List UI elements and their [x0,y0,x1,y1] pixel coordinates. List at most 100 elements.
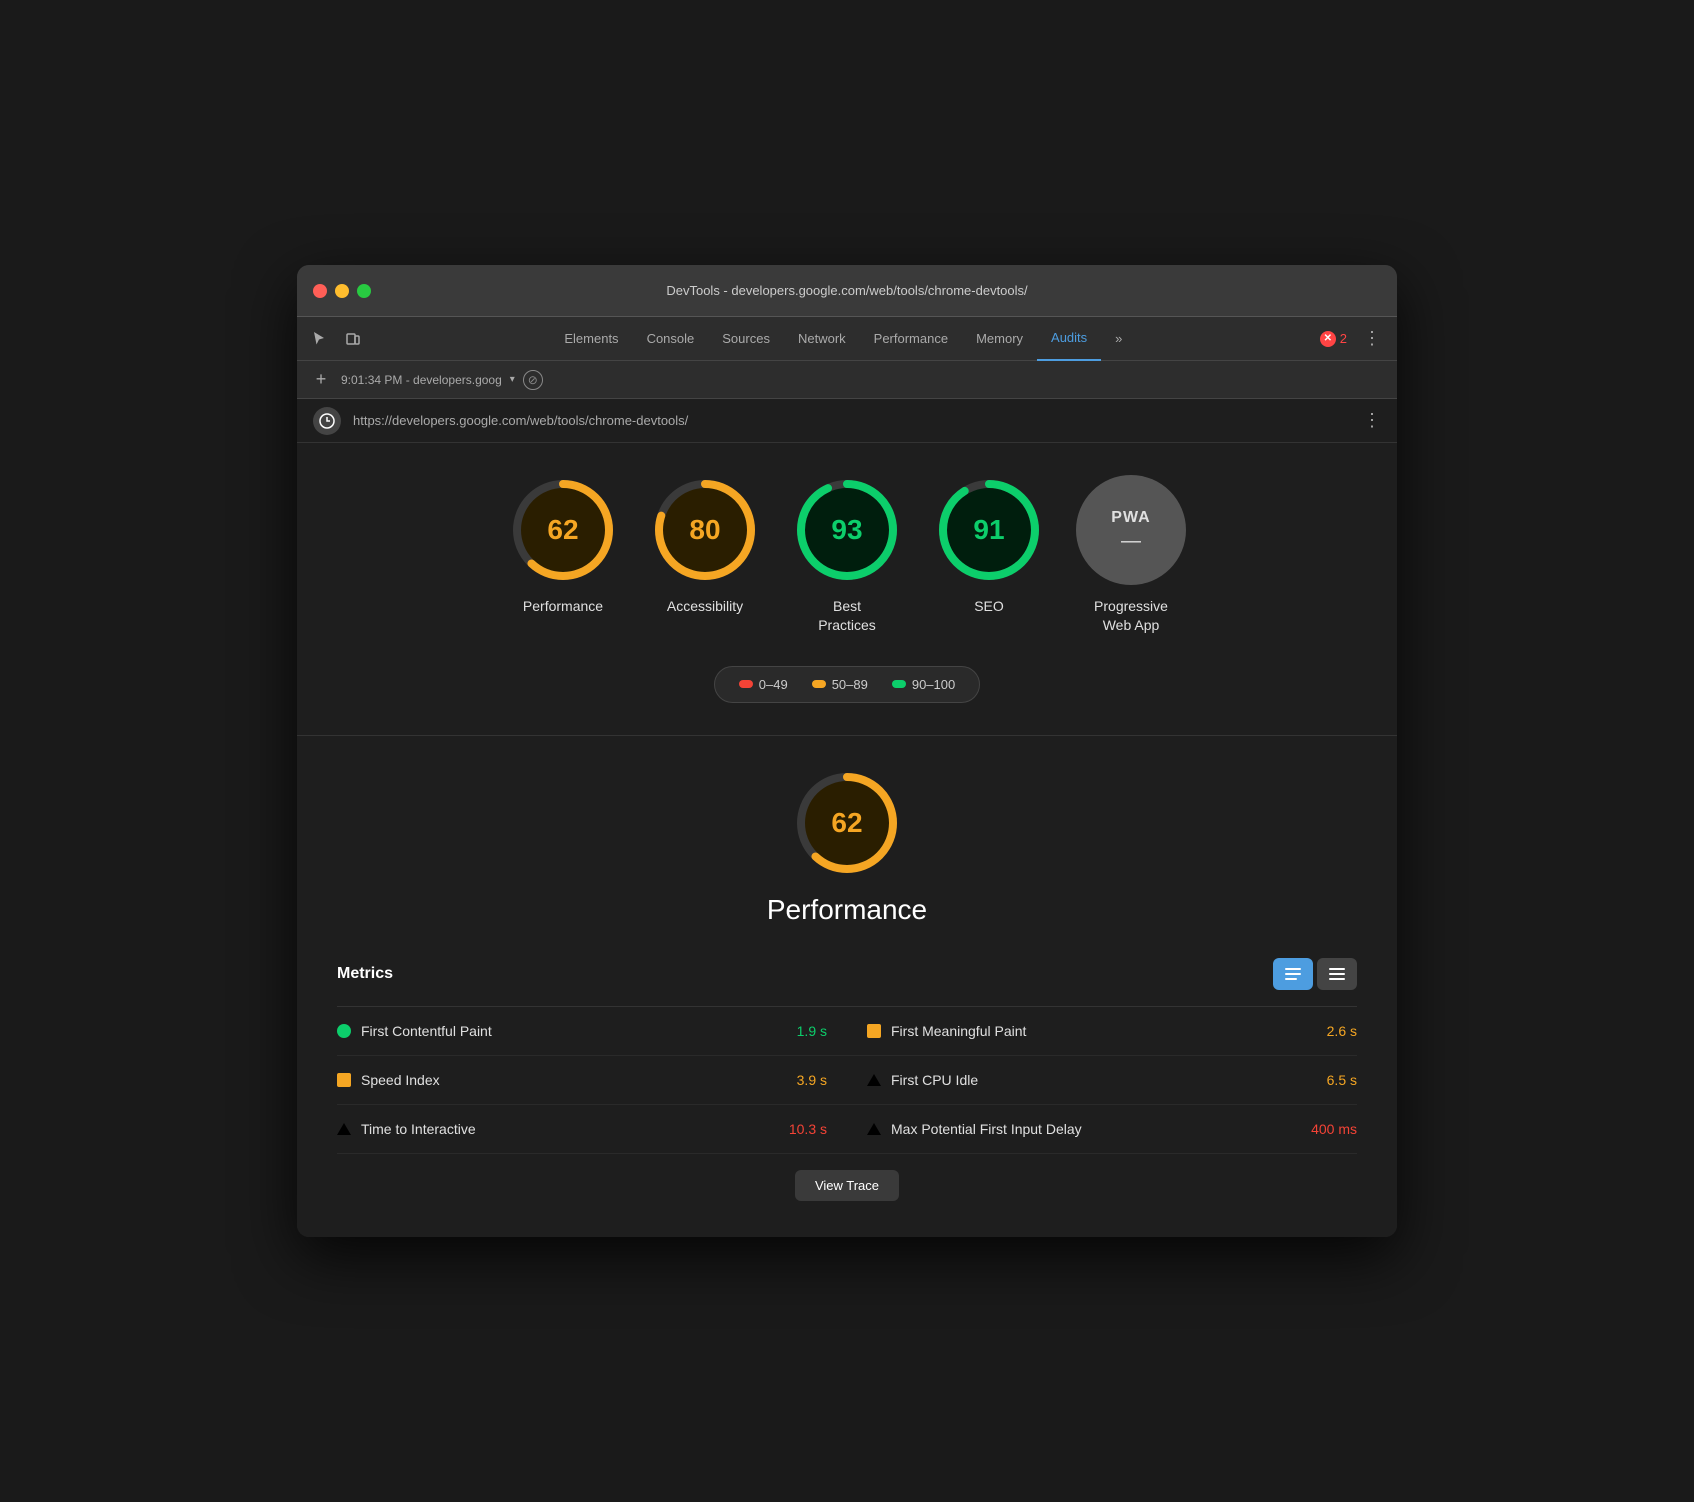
browser-window: DevTools - developers.google.com/web/too… [297,265,1397,1236]
legend: 0–49 50–89 90–100 [337,666,1357,703]
legend-red: 0–49 [739,677,788,692]
red-dot [739,680,753,688]
more-options-button[interactable]: ⋮ [1355,324,1389,353]
metrics-title: Metrics [337,965,393,983]
seo-circle: 91 [934,475,1044,585]
bottom-hint: View Trace [337,1154,1357,1205]
error-badge[interactable]: ✕ 2 [1320,331,1347,347]
si-indicator [337,1073,351,1087]
tti-indicator [337,1123,351,1135]
perf-large-circle: 62 [792,768,902,878]
metric-fcp: First Contentful Paint 1.9 s [337,1023,827,1039]
mpfid-value: 400 ms [1311,1121,1357,1137]
pwa-circle: PWA — [1076,475,1186,585]
page-url: https://developers.google.com/web/tools/… [353,413,688,428]
cursor-icon[interactable] [305,325,333,353]
tab-more[interactable]: » [1101,317,1136,361]
score-performance[interactable]: 62 Performance [508,475,618,615]
title-bar: DevTools - developers.google.com/web/too… [297,265,1397,317]
view-trace-button[interactable]: View Trace [795,1170,899,1201]
fcp-indicator [337,1024,351,1038]
main-content: 62 Performance 80 Accessibility [297,443,1397,1236]
metric-tti: Time to Interactive 10.3 s [337,1121,827,1137]
pwa-label: ProgressiveWeb App [1094,597,1168,633]
fci-indicator [867,1074,881,1086]
close-button[interactable] [313,284,327,298]
score-accessibility[interactable]: 80 Accessibility [650,475,760,615]
orange-dot [812,680,826,688]
accessibility-circle: 80 [650,475,760,585]
tab-elements[interactable]: Elements [550,317,632,361]
legend-orange: 50–89 [812,677,868,692]
list-view-button[interactable] [1317,958,1357,990]
accessibility-score: 80 [689,514,720,546]
score-pwa[interactable]: PWA — ProgressiveWeb App [1076,475,1186,633]
fcp-name: First Contentful Paint [361,1023,787,1039]
lighthouse-icon [313,407,341,435]
metrics-header: Metrics [337,958,1357,990]
mpfid-name: Max Potential First Input Delay [891,1121,1301,1137]
fmp-name: First Meaningful Paint [891,1023,1317,1039]
mpfid-indicator [867,1123,881,1135]
seo-label: SEO [974,597,1004,615]
pwa-dash: — [1121,531,1141,551]
tab-performance[interactable]: Performance [860,317,962,361]
tab-network[interactable]: Network [784,317,860,361]
maximize-button[interactable] [357,284,371,298]
legend-green: 90–100 [892,677,955,692]
score-best-practices[interactable]: 93 BestPractices [792,475,902,633]
tab-sources[interactable]: Sources [708,317,784,361]
metric-fci: First CPU Idle 6.5 s [827,1072,1357,1088]
pwa-text: PWA [1111,509,1150,527]
si-name: Speed Index [361,1072,787,1088]
performance-section-title: Performance [767,894,927,926]
minimize-button[interactable] [335,284,349,298]
fci-value: 6.5 s [1327,1072,1357,1088]
tab-audits[interactable]: Audits [1037,317,1101,361]
error-icon: ✕ [1320,331,1336,347]
content-url-bar: https://developers.google.com/web/tools/… [297,399,1397,443]
address-bar: + 9:01:34 PM - developers.goog ▾ ⊘ [297,361,1397,399]
perf-score-center: 62 Performance [337,768,1357,926]
performance-section: 62 Performance Metrics [337,736,1357,1205]
seo-score: 91 [973,514,1004,546]
perf-large-score: 62 [831,807,862,839]
fmp-indicator [867,1024,881,1038]
tti-name: Time to Interactive [361,1121,779,1137]
traffic-lights [313,284,371,298]
metric-row-3: Time to Interactive 10.3 s Max Potential… [337,1105,1357,1154]
legend-inner: 0–49 50–89 90–100 [714,666,980,703]
performance-score: 62 [547,514,578,546]
best-practices-label: BestPractices [818,597,876,633]
si-value: 3.9 s [797,1072,827,1088]
device-icon[interactable] [339,325,367,353]
tti-value: 10.3 s [789,1121,827,1137]
green-dot [892,680,906,688]
scores-row: 62 Performance 80 Accessibility [337,475,1357,633]
tab-console[interactable]: Console [633,317,709,361]
url-more-button[interactable]: ⋮ [1363,410,1381,431]
block-icon[interactable]: ⊘ [523,370,543,390]
tab-dropdown[interactable]: ▾ [510,374,515,385]
view-toggle [1273,958,1357,990]
devtools-tabs: Elements Console Sources Network Perform… [297,317,1397,361]
tab-icons [305,325,367,353]
tabs-right: ✕ 2 ⋮ [1320,324,1389,353]
new-tab-button[interactable]: + [309,368,333,392]
best-practices-score: 93 [831,514,862,546]
fci-name: First CPU Idle [891,1072,1317,1088]
fcp-value: 1.9 s [797,1023,827,1039]
metric-si: Speed Index 3.9 s [337,1072,827,1088]
metric-row-2: Speed Index 3.9 s First CPU Idle 6.5 s [337,1056,1357,1105]
tab-memory[interactable]: Memory [962,317,1037,361]
fmp-value: 2.6 s [1327,1023,1357,1039]
performance-circle: 62 [508,475,618,585]
accessibility-label: Accessibility [667,597,743,615]
score-seo[interactable]: 91 SEO [934,475,1044,615]
tab-label: 9:01:34 PM - developers.goog [341,373,502,387]
window-title: DevTools - developers.google.com/web/too… [666,283,1027,298]
metric-mpfid: Max Potential First Input Delay 400 ms [827,1121,1357,1137]
grid-view-button[interactable] [1273,958,1313,990]
metric-row-1: First Contentful Paint 1.9 s First Meani… [337,1007,1357,1056]
performance-label: Performance [523,597,603,615]
